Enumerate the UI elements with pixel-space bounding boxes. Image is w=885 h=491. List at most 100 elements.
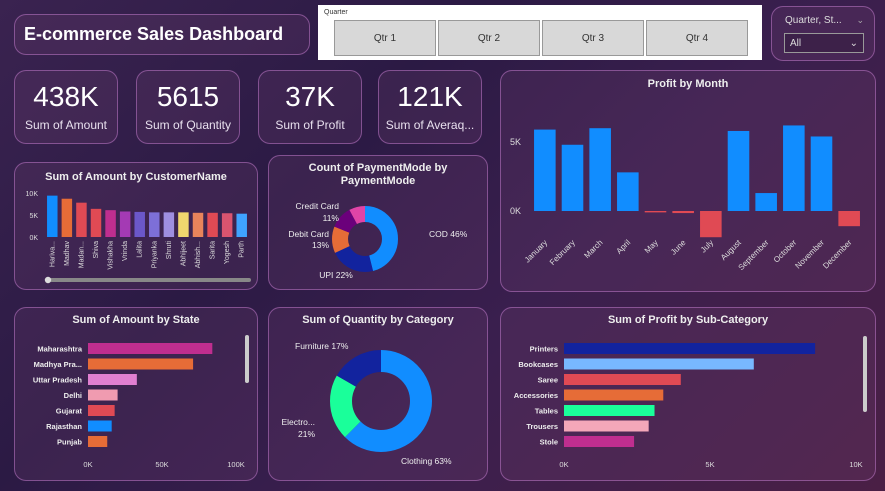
y-tick-label: Stole [540, 438, 558, 447]
bar [88, 358, 194, 370]
chart-state-card: Sum of Amount by State Maharashtra Madhya… [14, 307, 258, 481]
x-tick-label: 0K [83, 460, 92, 469]
x-tick-label: Shiva [93, 241, 100, 259]
y-tick-label: 10K [26, 191, 39, 198]
bar [88, 436, 108, 447]
x-tick-label: 100K [227, 460, 245, 469]
chart-subcategory-card: Sum of Profit by Sub-Category Printers Bo… [500, 307, 876, 481]
kpi-label: Sum of Averaq... [385, 118, 475, 133]
dropdown-value: All [790, 37, 802, 49]
bar [149, 212, 160, 237]
kpi-value: 121K [397, 80, 463, 112]
page-title: E-commerce Sales Dashboard [24, 24, 284, 44]
bar [207, 212, 218, 237]
kpi-value: 37K [285, 80, 335, 112]
dashboard-title-card: E-commerce Sales Dashboard [14, 14, 310, 55]
y-tick-label: 5K [510, 137, 521, 147]
y-tick-label: Saree [538, 376, 558, 385]
y-tick-label: Gujarat [56, 407, 83, 416]
customer-bar-chart: 10K 5K 0K Hariva... Madhav Madan... Shiva Visha… [26, 191, 251, 284]
bar [88, 420, 112, 432]
y-tick-label: Maharashtra [37, 345, 82, 354]
bar [564, 405, 655, 416]
x-tick-label: February [548, 238, 577, 267]
kpi-label: Sum of Profit [275, 118, 345, 133]
bar [119, 211, 131, 237]
quarter-button-q3[interactable]: Qtr 3 [542, 20, 644, 56]
x-tick-label: 0K [559, 460, 568, 469]
x-tick-label: Vishakha [108, 241, 115, 270]
x-tick-label: August [719, 238, 744, 263]
x-tick-label: January [523, 238, 549, 264]
bar [727, 130, 750, 211]
bar [88, 343, 213, 354]
slice-label: Electro... [281, 417, 315, 427]
x-tick-label: Abhijeet [180, 241, 187, 266]
slice-label: 13% [312, 240, 329, 250]
slice-label: UPI 22% [319, 270, 353, 280]
horizontal-scrollbar [45, 278, 251, 282]
bar [105, 210, 116, 237]
bar [88, 389, 118, 401]
y-tick-label: 0K [29, 235, 38, 242]
slice-label: 11% [323, 213, 340, 223]
slice-label: Debit Card [288, 229, 329, 239]
kpi-label: Sum of Amount [24, 118, 108, 133]
bar [564, 389, 664, 401]
bar [534, 129, 556, 211]
y-tick-label: Accessories [514, 391, 558, 400]
chart-month-card: Profit by Month 5K 0K January February March… [500, 70, 876, 292]
bar [700, 211, 722, 238]
kpi-label: Sum of Quantity [144, 118, 232, 133]
subcategory-bar-chart: Printers Bookcases Saree Accessories Tables T… [514, 336, 867, 469]
payment-donut-chart: COD 46% UPI 22% Debit Card13% Credit Card 11… [288, 201, 467, 280]
quarter-button-q2[interactable]: Qtr 2 [438, 20, 540, 56]
x-tick-label: March [582, 238, 604, 260]
bar [192, 212, 204, 237]
x-tick-label: Hariva... [49, 241, 56, 267]
quarter-button-q4[interactable]: Qtr 4 [646, 20, 748, 56]
x-tick-label: Madhav [64, 241, 71, 266]
quarter-state-dropdown-card: Quarter, St... ⌄ All ⌄ [771, 6, 875, 61]
kpi-card-amount: 438K Sum of Amount [14, 70, 118, 144]
quarter-slicer-label: Quarter [324, 9, 348, 16]
y-tick-label: 5K [29, 213, 38, 220]
slice-label: Furniture 17% [295, 341, 349, 351]
x-tick-label: Shruti [166, 241, 173, 260]
bar [810, 136, 833, 211]
x-tick-label: Priyanka [151, 241, 158, 268]
x-tick-label: September [737, 238, 771, 272]
bar [76, 202, 87, 237]
quarter-state-dropdown[interactable]: All ⌄ [784, 33, 864, 53]
quarter-button-q1[interactable]: Qtr 1 [334, 20, 436, 56]
x-tick-label: July [699, 238, 715, 254]
bar [561, 144, 584, 211]
bar [134, 211, 145, 237]
y-tick-label: Uttar Pradesh [33, 376, 83, 385]
bar [672, 211, 694, 214]
bar [755, 193, 777, 211]
y-tick-label: Tables [535, 407, 558, 416]
chevron-down-icon: ⌄ [856, 15, 864, 25]
kpi-value: 5615 [156, 80, 220, 112]
kpi-card-average: 121K Sum of Averaq... [378, 70, 482, 144]
vertical-scrollbar [245, 335, 249, 383]
bar [617, 172, 639, 211]
month-bar-chart: 5K 0K JanuaryFebruary March April May June July… [510, 125, 860, 272]
x-tick-label: Parth [239, 241, 246, 258]
bar [221, 213, 233, 237]
x-tick-label: June [669, 238, 688, 257]
bar [783, 125, 805, 211]
x-tick-label: Sarita [210, 241, 217, 259]
chevron-down-icon: ⌄ [849, 37, 858, 49]
x-tick-label: April [615, 238, 633, 256]
bar [838, 211, 860, 227]
bar [163, 212, 175, 237]
dropdown-title: Quarter, St... [785, 15, 842, 26]
y-tick-label: Delhi [64, 391, 82, 400]
bar [61, 198, 73, 237]
scrollbar-handle [44, 276, 52, 284]
x-tick-label: Abhish... [195, 241, 202, 268]
y-tick-label: Rajasthan [46, 422, 82, 431]
y-tick-label: Printers [530, 345, 558, 354]
